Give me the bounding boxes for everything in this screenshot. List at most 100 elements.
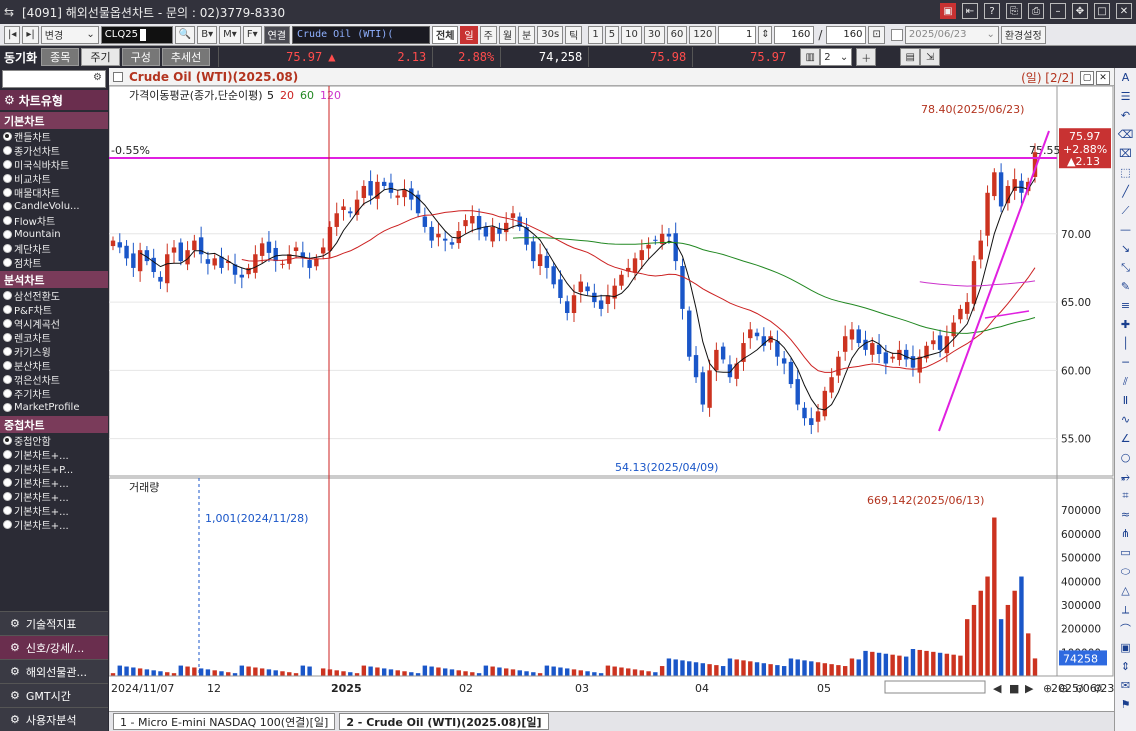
compose-button[interactable]: 구성 [121, 48, 160, 66]
cycle-icon[interactable]: ∿ [1115, 410, 1136, 429]
sidebar-radio-item[interactable]: MarketProfile [0, 400, 108, 414]
item-button[interactable]: 종목 [41, 48, 80, 66]
tab-chart-2[interactable]: 2 - Crude Oil (WTI)(2025.08)[일] [339, 713, 549, 730]
sidebar-bottom-item[interactable]: ⚙ 신호/강세/... [0, 635, 108, 659]
symbol-code-input[interactable]: CLQ25 [100, 25, 173, 44]
sidebar-radio-item[interactable]: 카기스윙 [0, 344, 108, 358]
circle-icon[interactable]: ○ [1115, 448, 1136, 467]
sidebar-radio-item[interactable]: 역시계곡선 [0, 316, 108, 330]
period-day-button[interactable]: 일 [460, 25, 478, 44]
sidebar-radio-item[interactable]: 주기차트 [0, 386, 108, 400]
period-button[interactable]: 주기 [81, 48, 120, 66]
channel-icon[interactable]: ⫽ [1115, 372, 1136, 391]
b-button[interactable]: B ▾ [197, 25, 218, 44]
sidebar-radio-item[interactable]: 종가선차트 [0, 143, 108, 157]
search-icon[interactable]: 🔍 [174, 25, 196, 44]
sidebar-radio-item[interactable]: CandleVolu... [0, 199, 108, 213]
angle-icon[interactable]: ∠ [1115, 429, 1136, 448]
minimize-icon[interactable]: – [1050, 3, 1066, 19]
sidebar-radio-item[interactable]: 기본차트+... [0, 489, 108, 503]
arrow-line-icon[interactable]: ↘ [1115, 239, 1136, 258]
search-icon[interactable]: ⚙ [93, 72, 102, 83]
sync-label[interactable]: 동기화 [4, 49, 37, 66]
interval-60-button[interactable]: 60 [666, 25, 688, 44]
arc-icon[interactable]: ⌒ [1115, 619, 1136, 638]
box-icon[interactable]: ▣ [1115, 638, 1136, 657]
sidebar-radio-item[interactable]: 매물대차트 [0, 185, 108, 199]
pitchfork-icon[interactable]: ⋔ [1115, 524, 1136, 543]
change-dropdown[interactable]: 변경 ⌄ [40, 25, 99, 44]
help-icon[interactable]: ? [984, 3, 1000, 19]
cursor-icon[interactable]: ☰ [1115, 87, 1136, 106]
eraser-icon[interactable]: ⌫ [1115, 125, 1136, 144]
period-month-button[interactable]: 월 [498, 25, 517, 44]
ray-icon[interactable]: ⟋ [1115, 201, 1136, 220]
vertical-line-icon[interactable]: │ [1115, 334, 1136, 353]
trendline-button[interactable]: 추세선 [161, 48, 211, 66]
sidebar-radio-item[interactable]: 기본차트+... [0, 447, 108, 461]
note-icon[interactable]: ✉ [1115, 676, 1136, 695]
export-icon[interactable]: ⇲ [920, 48, 941, 66]
sidebar-radio-item[interactable]: P&F차트 [0, 302, 108, 316]
segment-icon[interactable]: — [1115, 220, 1136, 239]
step-spinner[interactable]: 1 [718, 25, 757, 44]
period-30s-button[interactable]: 30s [537, 25, 564, 44]
sidebar-section-title[interactable]: 기본차트 [0, 112, 108, 129]
undo-icon[interactable]: ↶ [1115, 106, 1136, 125]
gann-icon[interactable]: ⌗ [1115, 486, 1136, 505]
text-tool-icon[interactable]: A [1115, 68, 1136, 87]
restore-icon[interactable]: ▢ [1080, 70, 1094, 85]
m-button[interactable]: M ▾ [219, 25, 241, 44]
close-icon[interactable]: ✕ [1096, 70, 1110, 85]
sidebar-radio-item[interactable]: 계단차트 [0, 241, 108, 255]
rect-icon[interactable]: ▭ [1115, 543, 1136, 562]
print-icon[interactable]: ⎙ [1028, 3, 1044, 19]
screenshot-icon[interactable]: ⎘ [1006, 3, 1022, 19]
sidebar-radio-item[interactable]: 꺾은선차트 [0, 372, 108, 386]
sidebar-radio-item[interactable]: 점차트 [0, 255, 108, 269]
prev-symbol-button[interactable]: |◂ [4, 25, 21, 44]
date-checkbox[interactable] [890, 28, 903, 41]
sidebar-radio-item[interactable]: 기본차트+... [0, 517, 108, 531]
fib-icon[interactable]: Ⅱ [1115, 391, 1136, 410]
interval-5-button[interactable]: 5 [604, 25, 620, 44]
chart-select-checkbox[interactable] [113, 71, 123, 82]
add-chart-icon[interactable]: ＋ [856, 48, 877, 66]
wave-icon[interactable]: ≈ [1115, 505, 1136, 524]
dock-icon[interactable]: ⇤ [962, 3, 978, 19]
sidebar-radio-item[interactable]: Mountain [0, 227, 108, 241]
sidebar-search-input[interactable]: ⚙ [2, 70, 106, 88]
trendline-icon[interactable]: ╱ [1115, 182, 1136, 201]
sidebar-radio-item[interactable]: 비교차트 [0, 171, 108, 185]
maximize-icon[interactable]: □ [1094, 3, 1110, 19]
sidebar-radio-item[interactable]: 렌코차트 [0, 330, 108, 344]
tab-chart-1[interactable]: 1 - Micro E-mini NASDAQ 100(연결)[일] [113, 713, 336, 730]
sidebar-radio-item[interactable]: 기본차트+... [0, 475, 108, 489]
sidebar-section-title[interactable]: 중첩차트 [0, 416, 108, 433]
sidebar-section-title[interactable]: 분석차트 [0, 271, 108, 288]
link-button[interactable]: 연결 [263, 25, 291, 44]
tag-icon[interactable]: ⬚ [1115, 163, 1136, 182]
spinner-arrows-icon[interactable]: ⇕ [758, 25, 773, 44]
sidebar-bottom-item[interactable]: ⚙ GMT시간 [0, 683, 108, 707]
symbol-name-field[interactable]: Crude Oil (WTI)( [292, 25, 431, 44]
ellipse-icon[interactable]: ⬭ [1115, 562, 1136, 581]
sidebar-radio-item[interactable]: 삼선전환도 [0, 288, 108, 302]
parallel-icon[interactable]: ≡ [1115, 296, 1136, 315]
sidebar-radio-item[interactable]: 중첩안함 [0, 433, 108, 447]
interval-120-button[interactable]: 120 [689, 25, 717, 44]
period-minute-button[interactable]: 분 [518, 25, 536, 44]
count-input[interactable]: 160 [774, 25, 815, 44]
next-symbol-button[interactable]: ▸| [22, 25, 39, 44]
triangle-icon[interactable]: △ [1115, 581, 1136, 600]
period-tick-button[interactable]: 틱 [565, 25, 583, 44]
flag-icon[interactable]: ⚑ [1115, 695, 1136, 714]
layout-icon[interactable]: ▥ [800, 48, 821, 66]
chart-canvas[interactable]: 가격이동평균(종가,단순이평) 5 20 60 120 거래량 55.00 60.00 65.0… [109, 86, 1114, 710]
all-button[interactable]: 전체 [432, 25, 459, 44]
sidebar-radio-item[interactable]: 기본차트+P... [0, 461, 108, 475]
settings-button[interactable]: 환경설정 [1000, 25, 1046, 44]
speed-icon[interactable]: ⥵ [1115, 467, 1136, 486]
sidebar-radio-item[interactable]: 분산차트 [0, 358, 108, 372]
extend-icon[interactable]: ⤡ [1115, 258, 1136, 277]
